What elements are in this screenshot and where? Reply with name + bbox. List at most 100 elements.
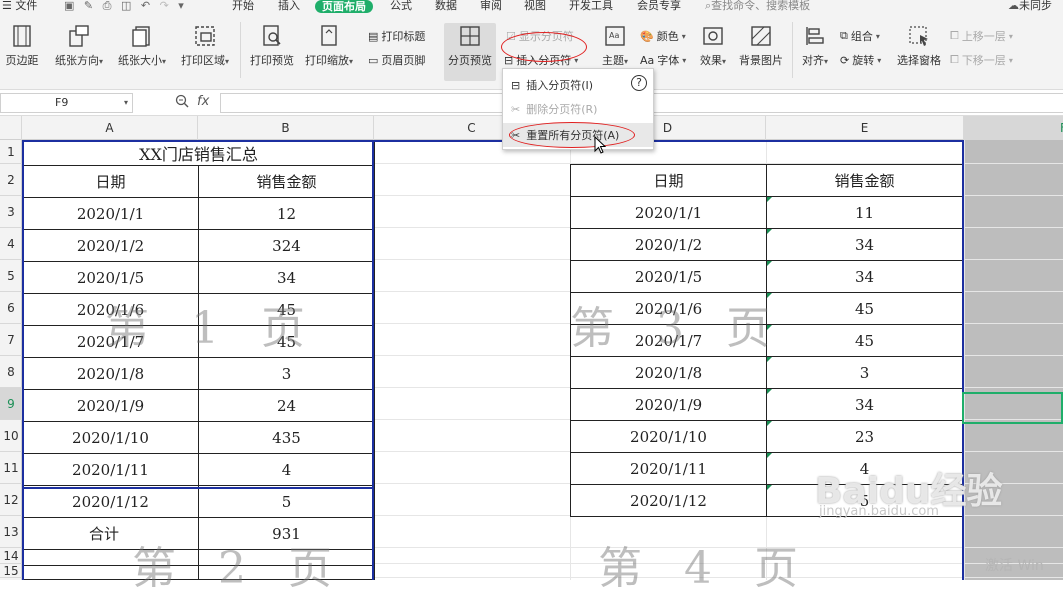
amount-cell[interactable]: 45 [198,325,375,358]
date-cell[interactable]: 2020/1/2 [22,229,199,262]
more-icon[interactable]: ▾ [178,0,184,12]
date-cell[interactable]: 2020/1/10 [22,421,199,454]
amount-cell[interactable]: 34 [198,261,375,294]
table-cell[interactable] [22,549,199,566]
column-header-a[interactable]: A [22,116,198,140]
date-cell[interactable]: 2020/1/7 [22,325,199,358]
menu-view[interactable]: 视图 [524,0,546,12]
date-cell[interactable]: 2020/1/9 [22,389,199,422]
menu-review[interactable]: 审阅 [480,0,502,12]
fx-icon[interactable]: fx [197,94,209,109]
amount-cell[interactable]: 24 [198,389,375,422]
amount-cell[interactable]: 34 [766,388,963,421]
fonts-button[interactable]: Aa 字体 ▾ [640,52,686,68]
command-search[interactable]: ⌕查找命令、搜索模板 [705,0,810,12]
row-header-10[interactable]: 10 [0,420,22,452]
theme-button[interactable]: Aa 主题▾ [598,24,632,68]
table-cell[interactable] [198,549,375,566]
preview-icon[interactable]: ◫ [121,0,131,12]
amount-cell[interactable]: 3 [198,357,375,390]
row-header-6[interactable]: 6 [0,292,22,324]
save-icon[interactable]: ▣ [64,0,74,12]
row-header-13[interactable]: 13 [0,516,22,548]
amount-cell[interactable]: 11 [766,196,963,229]
date-cell[interactable]: 2020/1/1 [570,196,767,229]
selection-pane-button[interactable]: 选择窗格 [895,24,943,68]
amount-cell[interactable]: 23 [766,420,963,453]
table-cell[interactable] [22,565,199,580]
date-cell[interactable]: 2020/1/12 [22,485,199,518]
date-cell[interactable]: 2020/1/11 [22,453,199,486]
selected-cell-f9[interactable] [962,392,1063,424]
amount-cell[interactable]: 34 [766,228,963,261]
format-painter-icon[interactable]: ✎ [84,0,93,12]
colors-button[interactable]: 🎨 颜色 ▾ [640,28,686,44]
amount-cell[interactable]: 3 [766,356,963,389]
insert-page-break-button[interactable]: ⊟ 插入分页符 ▾ [504,52,578,68]
amount-cell[interactable]: 45 [198,293,375,326]
print-titles-button[interactable]: ▤ 打印标题 [368,28,425,44]
row-header-4[interactable]: 4 [0,228,22,260]
show-page-breaks-checkbox[interactable]: ☑ 显示分页符 [506,28,574,44]
total-value[interactable]: 931 [198,517,375,550]
row-header-9[interactable]: 9 [0,388,22,420]
column-header-e[interactable]: E [766,116,964,140]
date-cell[interactable]: 2020/1/11 [570,452,767,485]
header-amount[interactable]: 销售金额 [198,165,375,198]
menu-item-delete-page-break[interactable]: ✂ 删除分页符(R) [503,97,653,121]
undo-icon[interactable]: ↶ [141,0,150,12]
date-cell[interactable]: 2020/1/8 [570,356,767,389]
total-label[interactable]: 合计 [22,517,199,550]
row-header-5[interactable]: 5 [0,260,22,292]
amount-cell[interactable]: 34 [766,260,963,293]
row-header-2[interactable]: 2 [0,164,22,196]
row-header-3[interactable]: 3 [0,196,22,228]
date-cell[interactable]: 2020/1/12 [570,484,767,517]
amount-cell[interactable]: 4 [198,453,375,486]
menu-data[interactable]: 数据 [435,0,457,12]
margins-button[interactable]: 页边距 [2,24,42,68]
group-button[interactable]: ⧉ 组合 ▾ [840,28,880,44]
print-preview-button[interactable]: 打印预览 [248,24,296,68]
paper-size-button[interactable]: 纸张大小▾ [117,24,167,68]
header-date[interactable]: 日期 [570,164,767,197]
amount-cell[interactable]: 45 [766,324,963,357]
menu-item-reset-all-page-breaks[interactable]: ✂ 重置所有分页符(A) [503,123,653,147]
bring-forward-button[interactable]: ⧠ 上移一层 ▾ [950,28,1013,44]
redo-icon[interactable]: ↷ [160,0,169,12]
date-cell[interactable]: 2020/1/10 [570,420,767,453]
page-break-line-horizontal[interactable] [22,487,374,489]
orientation-button[interactable]: 纸张方向▾ [54,24,104,68]
table-cell[interactable] [198,565,375,580]
print-scale-button[interactable]: 打印缩放▾ [302,24,356,68]
column-header-f[interactable]: F [964,116,1063,140]
effects-button[interactable]: 效果▾ [696,24,730,68]
row-header-7[interactable]: 7 [0,324,22,356]
menu-insert[interactable]: 插入 [278,0,300,12]
header-footer-button[interactable]: ▭ 页眉页脚 [368,52,425,68]
table-title[interactable]: XX门店销售汇总 [22,140,375,166]
menu-file[interactable]: ☰ 文件 [2,0,37,12]
date-cell[interactable]: 2020/1/5 [22,261,199,294]
date-cell[interactable]: 2020/1/6 [570,292,767,325]
row-header-14[interactable]: 14 [0,548,22,564]
row-header-12[interactable]: 12 [0,484,22,516]
print-icon[interactable]: ⎙ [103,0,112,12]
amount-cell[interactable]: 435 [198,421,375,454]
date-cell[interactable]: 2020/1/7 [570,324,767,357]
zoom-icon[interactable] [175,94,189,108]
amount-cell[interactable]: 5 [198,485,375,518]
row-header-8[interactable]: 8 [0,356,22,388]
header-date[interactable]: 日期 [22,165,199,198]
select-all-corner[interactable] [0,116,22,140]
date-cell[interactable]: 2020/1/1 [22,197,199,230]
rotate-button[interactable]: ⟳ 旋转 ▾ [840,52,881,68]
menu-page-layout[interactable]: 页面布局 [315,0,373,13]
row-header-1[interactable]: 1 [0,140,22,164]
page-break-line-vertical[interactable] [372,140,374,580]
date-cell[interactable]: 2020/1/5 [570,260,767,293]
send-backward-button[interactable]: ⧠ 下移一层 ▾ [950,52,1013,68]
column-header-b[interactable]: B [198,116,374,140]
align-button[interactable]: 对齐▾ [798,24,832,68]
amount-cell[interactable]: 45 [766,292,963,325]
